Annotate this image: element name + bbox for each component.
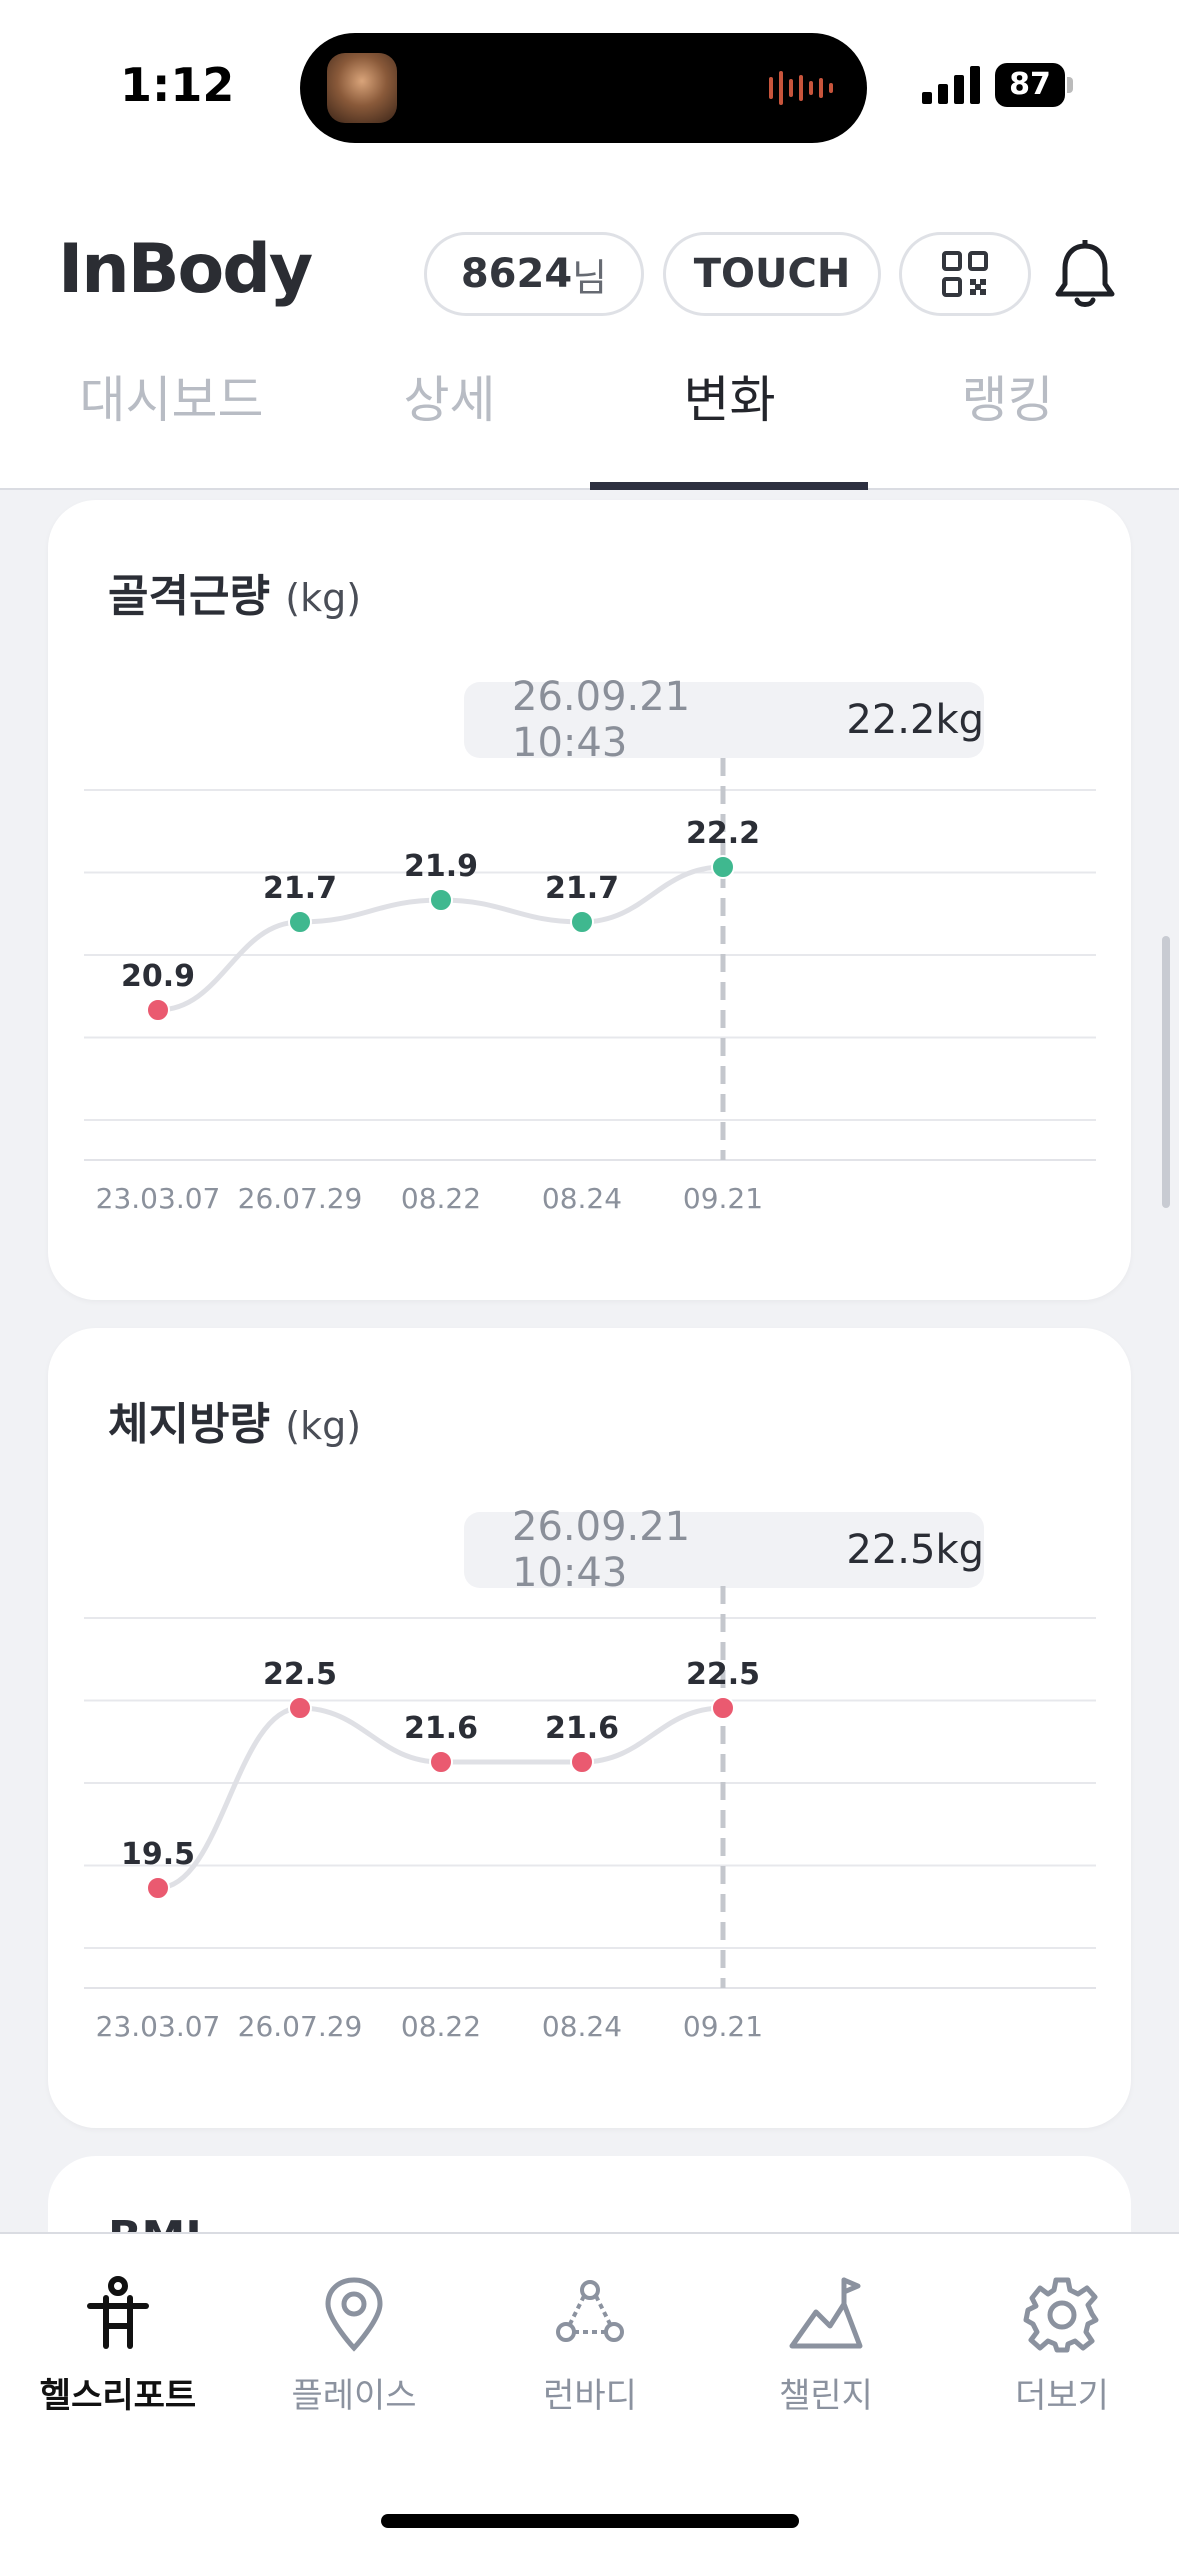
gear-icon: [1023, 2277, 1099, 2353]
status-time: 1:12: [120, 58, 235, 112]
nav-health-report[interactable]: 헬스리포트: [0, 2274, 236, 2417]
x-tick-label: 26.07.29: [238, 2010, 363, 2043]
data-label: 20.9: [121, 959, 195, 994]
touch-button[interactable]: TOUCH: [663, 232, 881, 316]
data-label: 21.6: [404, 1711, 478, 1746]
qr-code-icon: [942, 251, 988, 297]
x-tick-label: 08.22: [401, 1182, 481, 1215]
tab-bar: 대시보드 상세 변화 랭킹: [0, 350, 1179, 490]
data-point[interactable]: [146, 1876, 170, 1900]
x-tick-label: 09.21: [683, 1182, 763, 1215]
data-point[interactable]: [570, 1750, 594, 1774]
x-tick-label: 08.24: [542, 1182, 622, 1215]
data-point[interactable]: [570, 910, 594, 934]
notification-bell-icon[interactable]: [1052, 240, 1118, 310]
place-pin-icon: [325, 2277, 383, 2352]
x-tick-label: 09.21: [683, 2010, 763, 2043]
tab-detail[interactable]: 상세: [308, 350, 591, 490]
data-label: 22.2: [686, 816, 760, 851]
data-point[interactable]: [288, 910, 312, 934]
health-report-icon: [87, 2276, 149, 2349]
tab-dashboard[interactable]: 대시보드: [30, 350, 313, 490]
now-playing-artwork: [327, 53, 397, 123]
x-tick-label: 23.03.07: [96, 1182, 221, 1215]
nav-label: 챌린지: [779, 2376, 873, 2416]
data-label: 21.9: [404, 849, 478, 884]
status-bar: 1:12 87: [0, 0, 1179, 170]
inbody-logo: InBody: [58, 230, 313, 309]
data-point[interactable]: [429, 1750, 453, 1774]
data-point[interactable]: [711, 855, 735, 879]
home-indicator: [381, 2514, 799, 2528]
bottom-nav: 헬스리포트 플레이스 런바디 챌린지 더보기: [0, 2232, 1179, 2556]
qr-code-button[interactable]: [899, 232, 1031, 316]
data-label: 19.5: [121, 1837, 195, 1872]
nav-challenge[interactable]: 챌린지: [708, 2274, 944, 2417]
scrollbar[interactable]: [1162, 936, 1170, 1208]
nav-more[interactable]: 더보기: [944, 2274, 1179, 2417]
active-tab-indicator: [590, 482, 868, 490]
data-point[interactable]: [429, 888, 453, 912]
skeletal-muscle-card[interactable]: 골격근량 (kg) 26.09.21 10:43 22.2kg 20.9 23.0…: [48, 500, 1131, 1300]
x-tick-label: 08.22: [401, 2010, 481, 2043]
data-point[interactable]: [288, 1696, 312, 1720]
body-fat-card[interactable]: 체지방량 (kg) 26.09.21 10:43 22.5kg 19.5 23.0…: [48, 1328, 1131, 2128]
data-point[interactable]: [146, 998, 170, 1022]
nav-runbody[interactable]: 런바디: [472, 2274, 708, 2417]
app-header: InBody 8624 님 TOUCH 대시보드 상세 변화 랭킹: [0, 170, 1179, 490]
nav-label: 더보기: [1015, 2376, 1109, 2416]
runbody-icon: [556, 2280, 624, 2342]
data-label: 22.5: [686, 1657, 760, 1692]
data-point[interactable]: [711, 1696, 735, 1720]
user-id-button[interactable]: 8624 님: [424, 232, 644, 316]
tab-ranking[interactable]: 랭킹: [866, 350, 1149, 490]
nav-place[interactable]: 플레이스: [236, 2274, 472, 2417]
user-suffix: 님: [572, 255, 608, 300]
challenge-flag-icon: [789, 2277, 863, 2349]
x-tick-label: 23.03.07: [96, 2010, 221, 2043]
x-tick-label: 26.07.29: [238, 1182, 363, 1215]
data-label: 21.7: [545, 871, 619, 906]
data-label: 21.7: [263, 871, 337, 906]
user-id: 8624: [460, 251, 573, 297]
skeletal-muscle-chart[interactable]: 20.9 23.03.07 21.7 26.07.29 21.9 08.22 21.7 08.…: [48, 500, 1131, 1300]
data-label: 22.5: [263, 1657, 337, 1692]
dynamic-island[interactable]: [300, 33, 867, 143]
nav-label: 런바디: [543, 2376, 637, 2416]
x-tick-label: 08.24: [542, 2010, 622, 2043]
body-fat-chart[interactable]: 19.5 23.03.07 22.5 26.07.29 21.6 08.22 21.6 08.…: [48, 1328, 1131, 2128]
battery-level: 87: [995, 63, 1065, 107]
battery-icon: 87: [995, 63, 1075, 107]
nav-label: 헬스리포트: [39, 2376, 197, 2416]
audio-waveform-icon: [769, 71, 833, 105]
nav-label: 플레이스: [291, 2376, 417, 2416]
tab-change[interactable]: 변화: [588, 350, 871, 490]
data-label: 21.6: [545, 1711, 619, 1746]
cellular-signal-icon: [922, 66, 980, 104]
